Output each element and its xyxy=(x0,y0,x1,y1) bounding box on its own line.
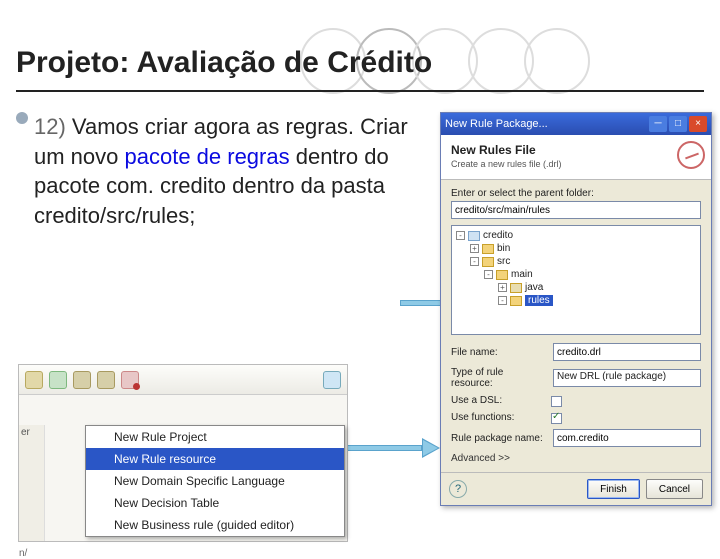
side-text-top: er xyxy=(21,427,42,438)
wizard-header-subtitle: Create a new rules file (.drl) xyxy=(451,159,701,169)
title-underline xyxy=(16,90,704,92)
tree-toggle[interactable]: - xyxy=(470,257,479,266)
tree-toggle[interactable]: - xyxy=(498,296,507,305)
tree-node-credito[interactable]: credito xyxy=(483,230,513,241)
toolbar-icon-3[interactable] xyxy=(73,371,91,389)
folder-icon xyxy=(482,244,494,254)
use-functions-checkbox[interactable] xyxy=(551,413,562,424)
text-highlight: pacote de regras xyxy=(125,144,290,169)
tree-toggle[interactable]: + xyxy=(470,244,479,253)
advanced-toggle[interactable]: Advanced >> xyxy=(451,453,701,464)
package-name-label: Rule package name: xyxy=(451,433,547,444)
toolbar-icon-4[interactable] xyxy=(97,371,115,389)
wizard-header-title: New Rules File xyxy=(451,143,701,157)
slide-body-text: 12) Vamos criar agora as regras. Criar u… xyxy=(34,112,424,231)
folder-icon xyxy=(496,270,508,280)
toolbar-icon-1[interactable] xyxy=(25,371,43,389)
menu-item-new-rule-project[interactable]: New Rule Project xyxy=(86,426,344,448)
rule-type-select[interactable]: New DRL (rule package) xyxy=(553,369,701,387)
slide-title: Projeto: Avaliação de Crédito xyxy=(16,46,432,80)
bullet-dot xyxy=(16,112,28,124)
bullet-number: 12) xyxy=(34,114,66,139)
eclipse-toolbar xyxy=(19,365,347,395)
parent-folder-label: Enter or select the parent folder: xyxy=(451,188,701,199)
close-button[interactable]: × xyxy=(689,116,707,132)
menu-item-new-business-rule[interactable]: New Business rule (guided editor) xyxy=(86,514,344,536)
menu-item-new-dsl[interactable]: New Domain Specific Language xyxy=(86,470,344,492)
drools-wizard-icon xyxy=(677,141,705,169)
side-text-bottom: n/ xyxy=(19,548,27,559)
new-rule-package-dialog: New Rule Package... ─ □ × New Rules File… xyxy=(440,112,712,506)
project-icon xyxy=(468,231,480,241)
filename-input[interactable] xyxy=(553,343,701,361)
wizard-footer: ? Finish Cancel xyxy=(441,472,711,505)
tree-toggle[interactable]: - xyxy=(484,270,493,279)
eclipse-toolbar-panel: er New Rule Project New Rule resource Ne… xyxy=(18,364,348,542)
new-rule-context-menu: New Rule Project New Rule resource New D… xyxy=(85,425,345,537)
menu-item-new-decision-table[interactable]: New Decision Table xyxy=(86,492,344,514)
finish-button[interactable]: Finish xyxy=(587,479,640,499)
tree-node-bin[interactable]: bin xyxy=(497,243,510,254)
package-icon xyxy=(510,283,522,293)
dialog-titlebar[interactable]: New Rule Package... ─ □ × xyxy=(441,113,711,135)
toolbar-open-icon[interactable] xyxy=(323,371,341,389)
folder-tree[interactable]: -credito +bin -src -main +java -rules xyxy=(451,225,701,335)
maximize-button[interactable]: □ xyxy=(669,116,687,132)
folder-icon xyxy=(510,296,522,306)
wizard-body: Enter or select the parent folder: - cred… xyxy=(441,180,711,472)
tree-toggle[interactable]: - xyxy=(456,231,465,240)
dialog-title: New Rule Package... xyxy=(445,118,647,130)
tree-node-src[interactable]: src xyxy=(497,256,510,267)
use-dsl-label: Use a DSL: xyxy=(451,395,547,406)
folder-icon xyxy=(482,257,494,267)
use-functions-label: Use functions: xyxy=(451,412,547,423)
parent-folder-input[interactable] xyxy=(451,201,701,219)
tree-node-java[interactable]: java xyxy=(525,282,543,293)
text-lead: Vamos criar agora as regras. xyxy=(72,114,360,139)
tree-node-main[interactable]: main xyxy=(511,269,533,280)
side-fragment: er xyxy=(19,425,45,541)
wizard-header: New Rules File Create a new rules file (… xyxy=(441,135,711,180)
tree-toggle[interactable]: + xyxy=(498,283,507,292)
use-dsl-checkbox[interactable] xyxy=(551,396,562,407)
filename-label: File name: xyxy=(451,347,547,358)
menu-item-new-rule-resource[interactable]: New Rule resource xyxy=(86,448,344,470)
minimize-button[interactable]: ─ xyxy=(649,116,667,132)
help-icon[interactable]: ? xyxy=(449,480,467,498)
rule-type-label: Type of rule resource: xyxy=(451,367,547,389)
toolbar-icon-2[interactable] xyxy=(49,371,67,389)
tree-node-rules[interactable]: rules xyxy=(525,295,553,306)
toolbar-drools-icon[interactable] xyxy=(121,371,139,389)
package-name-input[interactable] xyxy=(553,429,701,447)
cancel-button[interactable]: Cancel xyxy=(646,479,703,499)
